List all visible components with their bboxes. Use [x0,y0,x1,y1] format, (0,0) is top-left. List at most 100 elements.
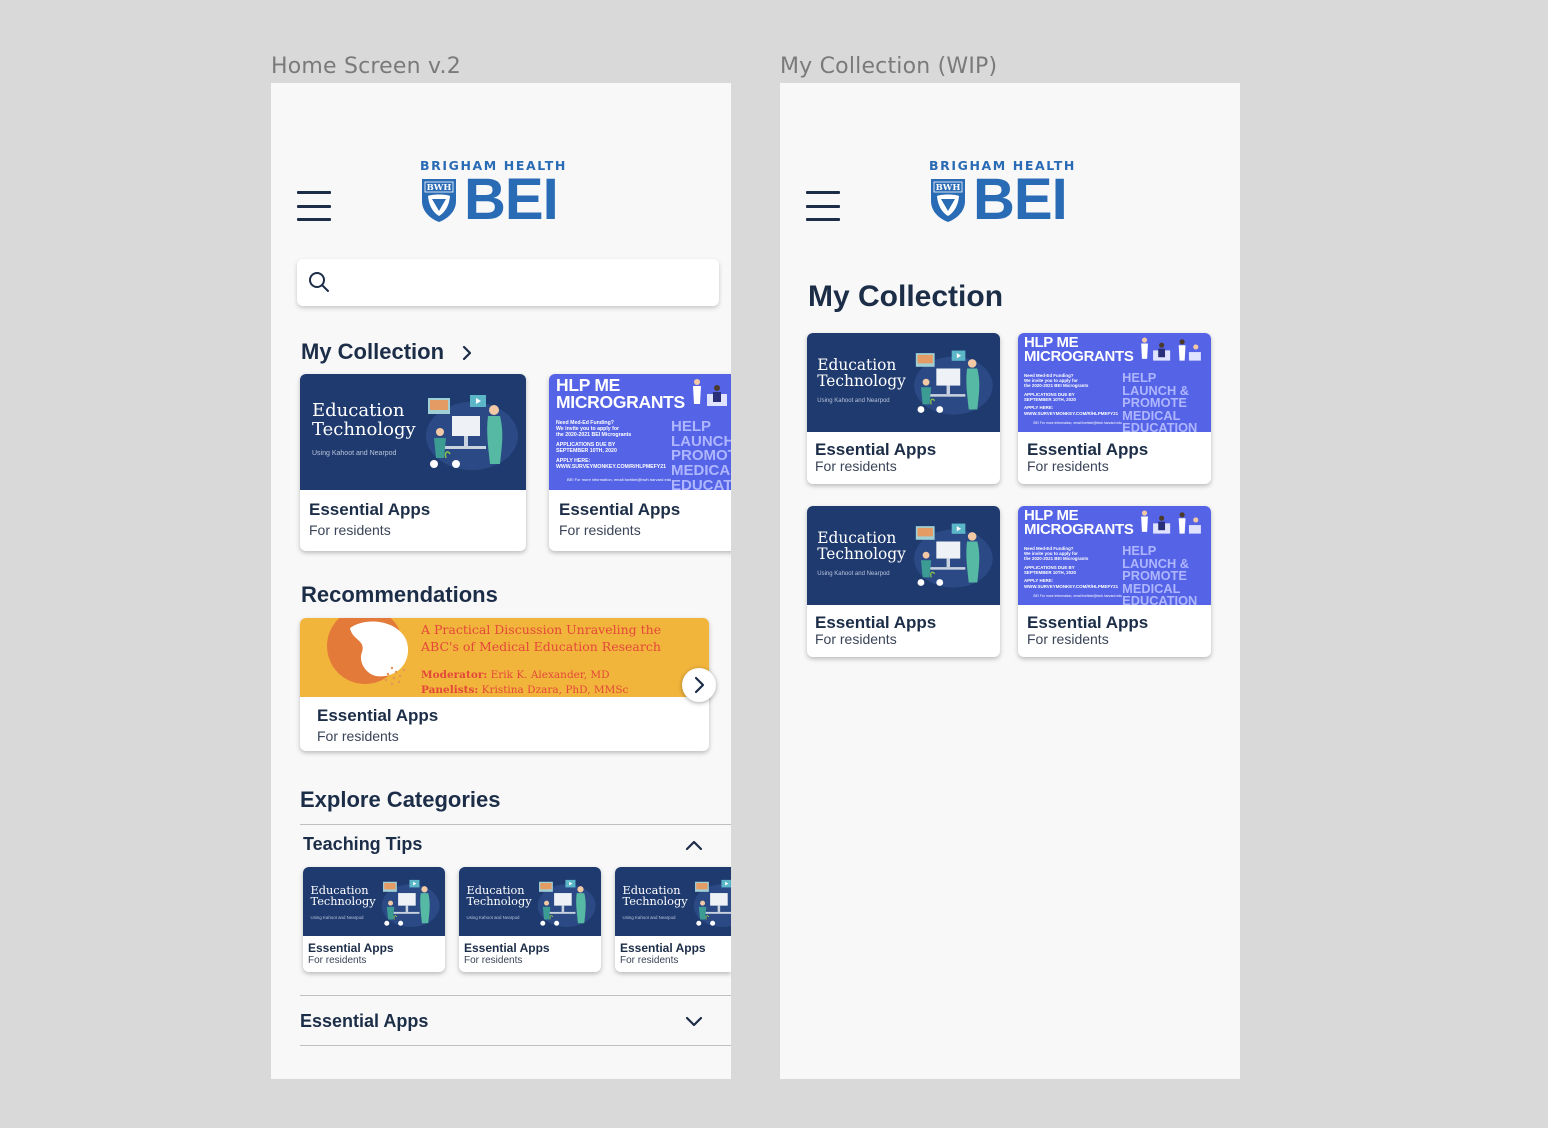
recommendation-card[interactable]: A Practical Discussion Unraveling the AB… [300,618,709,751]
rec-image-line1: A Practical Discussion Unraveling the [421,622,662,637]
card-subtitle: For residents [1027,631,1109,647]
search-input[interactable] [341,267,701,297]
page-title: My Collection [808,280,1004,313]
thumb-title: Education Technology [310,883,376,909]
next-button[interactable] [682,668,716,702]
card-title: Essential Apps [559,500,681,519]
shield-icon: BWH [929,177,967,223]
thumb-title: Education Technology [817,528,906,564]
card-thumbnail: Education Technology Using Kahoot and Nea… [615,867,731,936]
collection-card[interactable]: HLP ME MICROGRANTS Need Med-Ed Funding? We… [1018,506,1211,657]
card-subtitle: For residents [620,955,679,966]
thumb-title: Education Technology [312,400,416,440]
thumb-title: Education Technology [622,883,688,909]
moderator-label: Moderator: [421,669,488,681]
card-thumbnail: Education Technology Using Kahoot and Nea… [300,374,526,490]
bei-logo: BRIGHAM HEALTH BWH BEI [420,158,572,230]
card-title: Essential Apps [464,941,550,955]
logo-main-text: BEI [973,167,1068,232]
category-card[interactable]: Education Technology Using Kahoot and Nea… [459,867,601,972]
people-illustration [1140,337,1201,361]
my-collection-screen: BRIGHAM HEALTH BWH BEI My Collection Edu… [780,83,1240,1079]
thumb-details: Need Med-Ed Funding? We invite you to app… [1023,373,1119,416]
card-subtitle: For residents [815,631,897,647]
thumb-subtitle: Using Kahoot and Nearpod [466,914,520,920]
thumb-footer: BEI For more information, email bwhbei@b… [567,477,672,482]
thumb-title: Education Technology [466,883,532,909]
card-thumbnail: Education Technology Using Kahoot and Nea… [303,867,445,936]
collection-card[interactable]: Education Technology Using Kahoot and Nea… [807,506,1000,657]
card-subtitle: For residents [815,458,897,474]
people-illustration [693,379,727,406]
shield-text: BWH [936,183,961,193]
thumb-subtitle: Using Kahoot and Nearpod [310,914,364,920]
collection-card[interactable]: Education Technology Using Kahoot and Nea… [807,333,1000,484]
thumb-subtitle: Using Kahoot and Nearpod [312,450,397,457]
chevron-right-icon[interactable] [461,345,473,361]
collection-card[interactable]: HLP ME MICROGRANTS Need Med-Ed Funding? We… [549,374,731,551]
moderator-name: Erik K. Alexander, MD [487,669,610,681]
hamburger-menu-icon[interactable] [806,191,840,221]
logo-main-text: BEI [464,167,559,232]
panelists-label: Panelists: [421,684,479,696]
category-card[interactable]: Education Technology Using Kahoot and Nea… [615,867,731,972]
category-teaching-tips[interactable]: Teaching Tips [303,834,422,855]
bei-logo: BRIGHAM HEALTH BWH BEI [929,158,1081,230]
frame-label-collection: My Collection (WIP) [780,54,998,79]
education-illustration [426,395,518,470]
divider [300,995,731,996]
thumb-details: Need Med-Ed Funding? We invite you to app… [1023,546,1119,589]
education-illustration [694,880,731,928]
card-title: Essential Apps [1027,613,1149,632]
search-icon [309,272,329,292]
card-title: Essential Apps [815,613,937,632]
card-subtitle: For residents [464,955,523,966]
card-subtitle: For residents [308,955,367,966]
card-title: Essential Apps [815,440,937,459]
home-screen: BRIGHAM HEALTH BWH BEI My Collection Edu… [271,83,731,1079]
thumb-title: HLP ME MICROGRANTS [556,375,685,412]
chevron-down-icon[interactable] [685,1016,703,1028]
card-thumbnail: Education Technology Using Kahoot and Nea… [459,867,601,936]
my-collection-heading[interactable]: My Collection [301,339,444,365]
card-title: Essential Apps [1027,440,1149,459]
rec-illustration [327,618,409,686]
thumb-subtitle: Using Kahoot and Nearpod [817,570,890,577]
rec-image-line2: ABC's of Medical Education Research [421,639,661,654]
card-subtitle: For residents [559,522,641,538]
card-title: Essential Apps [309,500,431,519]
education-illustration [538,880,596,928]
card-subtitle: For residents [309,522,391,538]
card-subtitle: For residents [1027,458,1109,474]
thumb-details: Need Med-Ed Funding? We invite you to app… [556,420,667,470]
education-illustration [382,880,440,928]
card-title: Essential Apps [620,941,706,955]
thumb-title: HLP ME MICROGRANTS [1023,333,1134,365]
hamburger-menu-icon[interactable] [297,191,331,221]
category-card[interactable]: Education Technology Using Kahoot and Nea… [303,867,445,972]
thumb-footer: BEI For more information, email bwhbei@b… [1033,420,1123,425]
card-thumbnail: Education Technology Using Kahoot and Nea… [807,506,1000,605]
divider [300,1045,731,1046]
card-title: Essential Apps [308,941,394,955]
category-essential-apps[interactable]: Essential Apps [300,1011,428,1032]
people-illustration [1140,510,1201,534]
education-illustration [914,350,994,415]
chevron-up-icon[interactable] [685,839,703,851]
panelists-names: Kristina Dzara, PhD, MMSc [478,684,629,696]
card-thumbnail: Education Technology Using Kahoot and Nea… [807,333,1000,432]
card-thumbnail: HLP ME MICROGRANTS Need Med-Ed Funding? We… [549,374,731,490]
recommendations-heading: Recommendations [301,582,498,607]
shield-icon: BWH [420,177,458,223]
thumb-title: HLP ME MICROGRANTS [1023,506,1134,538]
card-title: Essential Apps [317,706,439,725]
thumb-footer: BEI For more information, email bwhbei@b… [1033,593,1123,598]
thumb-big-text: HELPLAUNCH &PROMOTEMEDICALEDUCATION [1122,370,1198,432]
thumb-subtitle: Using Kahoot and Nearpod [817,397,890,404]
collection-card[interactable]: Education Technology Using Kahoot and Nea… [300,374,526,551]
thumb-big-text: HELPLAUNCH &PROMOTEMEDICALEDUCATION [671,418,731,490]
card-subtitle: For residents [317,728,399,744]
collection-card[interactable]: HLP ME MICROGRANTS Need Med-Ed Funding? We… [1018,333,1211,484]
search-bar[interactable] [297,259,719,306]
card-thumbnail: HLP ME MICROGRANTS Need Med-Ed Funding? We… [1018,333,1211,432]
